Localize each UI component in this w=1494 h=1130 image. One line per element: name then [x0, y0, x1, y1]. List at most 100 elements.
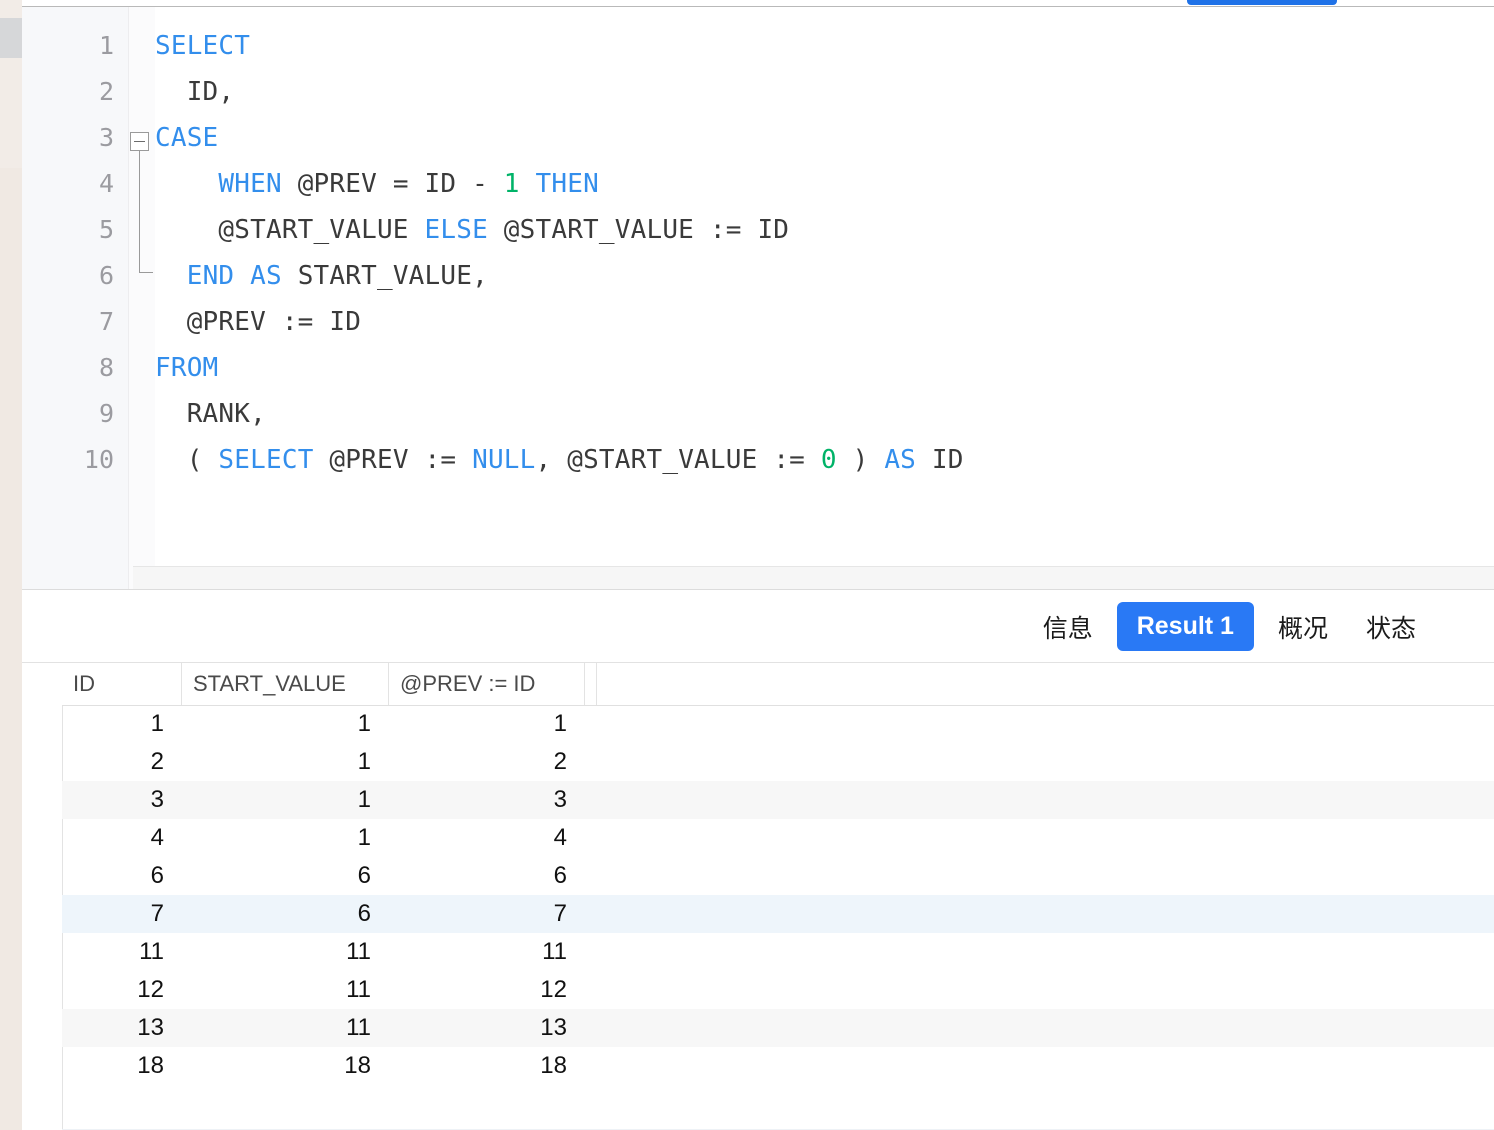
code-line[interactable]: 3 CASE	[22, 115, 1494, 161]
table-cell[interactable]: 1	[182, 819, 389, 857]
results-tab-active[interactable]: Result 1	[1116, 602, 1254, 651]
table-cell[interactable]: 11	[182, 971, 389, 1009]
code-token-id: @START_VALUE	[155, 215, 425, 245]
code-token-id: @PREV := ID	[155, 307, 362, 337]
table-cell[interactable]: 3	[62, 781, 182, 819]
code-token-id: @PREV :=	[313, 445, 473, 475]
table-cell[interactable]: 7	[389, 895, 585, 933]
code-line[interactable]: 1 SELECT	[22, 23, 1494, 69]
editor-horizontal-scrollbar-track[interactable]	[133, 566, 1494, 589]
code-token-num: 1	[503, 169, 520, 199]
code-token-kw: SELECT	[218, 445, 314, 475]
code-fold-bracket-line	[139, 151, 140, 273]
table-cell[interactable]: 1	[389, 705, 585, 743]
code-text: @PREV := ID	[155, 299, 361, 345]
table-cell[interactable]: 12	[62, 971, 182, 1009]
code-token-kw: ELSE	[424, 215, 488, 245]
code-token-id: START_VALUE,	[281, 261, 488, 291]
line-number: 3	[98, 123, 114, 152]
table-cell[interactable]: 12	[389, 971, 585, 1009]
vertical-scrollbar-thumb[interactable]	[0, 18, 22, 58]
code-token-kw: END AS	[186, 261, 282, 291]
code-line[interactable]: 7 @PREV := ID	[22, 299, 1494, 345]
code-text: ID,	[155, 69, 234, 115]
results-tab[interactable]: 状态	[1352, 601, 1430, 653]
table-row[interactable]: 212	[62, 743, 1494, 781]
grid-column-header-filler	[585, 663, 597, 705]
code-token-kw: THEN	[535, 169, 599, 199]
left-margin-strip	[0, 0, 22, 1130]
grid-body[interactable]: 1 1 1 2 1 2 3 1 3 4 1 4 6 6 6 7 6 7 11 11 11 12 11 12 13 11 13 18 18…	[62, 705, 1494, 1130]
code-fold-collapse-icon[interactable]	[130, 132, 149, 151]
table-cell[interactable]: 3	[389, 781, 585, 819]
code-line[interactable]: 9 RANK,	[22, 391, 1494, 437]
code-line[interactable]: 8 FROM	[22, 345, 1494, 391]
table-cell[interactable]: 18	[182, 1047, 389, 1085]
code-text: RANK,	[155, 391, 266, 437]
table-cell[interactable]: 13	[62, 1009, 182, 1047]
table-row[interactable]: 414	[62, 819, 1494, 857]
code-text: END AS START_VALUE,	[155, 253, 488, 299]
table-row[interactable]: 313	[62, 781, 1494, 819]
grid-row-header-column	[22, 663, 63, 1130]
line-number: 5	[98, 215, 114, 244]
table-cell[interactable]: 1	[182, 743, 389, 781]
table-cell[interactable]: 1	[182, 781, 389, 819]
table-cell[interactable]: 11	[62, 933, 182, 971]
table-row[interactable]: 18 18 18	[62, 1047, 1494, 1085]
table-cell[interactable]: 2	[389, 743, 585, 781]
table-row[interactable]: 111	[62, 705, 1494, 743]
grid-column-header[interactable]: ID	[62, 663, 182, 705]
code-token-id: ID	[916, 445, 964, 475]
code-line[interactable]: 6 END AS START_VALUE,	[22, 253, 1494, 299]
table-row[interactable]: 12 11 12	[62, 971, 1494, 1009]
code-line[interactable]: 5 @START_VALUE ELSE @START_VALUE := ID	[22, 207, 1494, 253]
sql-editor[interactable]: 1 SELECT 2 ID, 3 CASE 4 WHEN @PREV = ID - 1 T…	[22, 7, 1494, 589]
table-cell[interactable]: 13	[389, 1009, 585, 1047]
table-cell[interactable]: 6	[182, 895, 389, 933]
grid-column-header[interactable]: @PREV := ID	[389, 663, 585, 705]
table-cell[interactable]: 1	[182, 705, 389, 743]
line-number: 10	[83, 445, 114, 474]
table-cell[interactable]: 11	[182, 1009, 389, 1047]
table-cell[interactable]: 11	[389, 933, 585, 971]
table-row[interactable]: 666	[62, 857, 1494, 895]
code-token-kw: CASE	[155, 123, 219, 153]
table-cell[interactable]: 7	[62, 895, 182, 933]
table-cell[interactable]: 4	[62, 819, 182, 857]
table-cell[interactable]: 6	[389, 857, 585, 895]
code-line[interactable]: 10 ( SELECT @PREV := NULL, @START_VALUE …	[22, 437, 1494, 483]
vertical-scrollbar-track[interactable]	[0, 0, 22, 168]
result-grid[interactable]: ID START_VALUE @PREV := ID 111212313414666…	[22, 663, 1494, 1130]
code-token-kw: SELECT	[155, 31, 251, 61]
results-tab[interactable]: 信息	[1029, 601, 1107, 653]
code-text: CASE	[155, 115, 218, 161]
line-number: 4	[98, 169, 114, 198]
table-row[interactable]: 13 11 13	[62, 1009, 1494, 1047]
top-accent-button[interactable]	[1187, 0, 1337, 5]
code-line[interactable]: 4 WHEN @PREV = ID - 1 THEN	[22, 161, 1494, 207]
grid-header-row: ID START_VALUE @PREV := ID	[62, 663, 1494, 706]
code-token-id: , @START_VALUE :=	[535, 445, 821, 475]
table-cell[interactable]: 6	[62, 857, 182, 895]
code-token-id: @START_VALUE := ID	[487, 215, 790, 245]
table-cell[interactable]: 2	[62, 743, 182, 781]
results-tab[interactable]: 概况	[1264, 601, 1342, 653]
code-token-kw: FROM	[155, 353, 219, 383]
code-token-id: @PREV = ID -	[281, 169, 504, 199]
code-text: WHEN @PREV = ID - 1 THEN	[155, 161, 599, 207]
line-number: 2	[98, 77, 114, 106]
table-cell[interactable]: 18	[389, 1047, 585, 1085]
table-row[interactable]: 767	[62, 895, 1494, 933]
code-line[interactable]: 2 ID,	[22, 69, 1494, 115]
table-cell[interactable]: 18	[62, 1047, 182, 1085]
line-number: 1	[98, 31, 114, 60]
table-cell[interactable]: 4	[389, 819, 585, 857]
table-row[interactable]: 11 11 11	[62, 933, 1494, 971]
table-cell[interactable]: 11	[182, 933, 389, 971]
code-token-id	[155, 169, 218, 199]
table-cell[interactable]: 6	[182, 857, 389, 895]
code-token-id: (	[155, 445, 219, 475]
grid-column-header[interactable]: START_VALUE	[182, 663, 389, 705]
table-cell[interactable]: 1	[62, 705, 182, 743]
